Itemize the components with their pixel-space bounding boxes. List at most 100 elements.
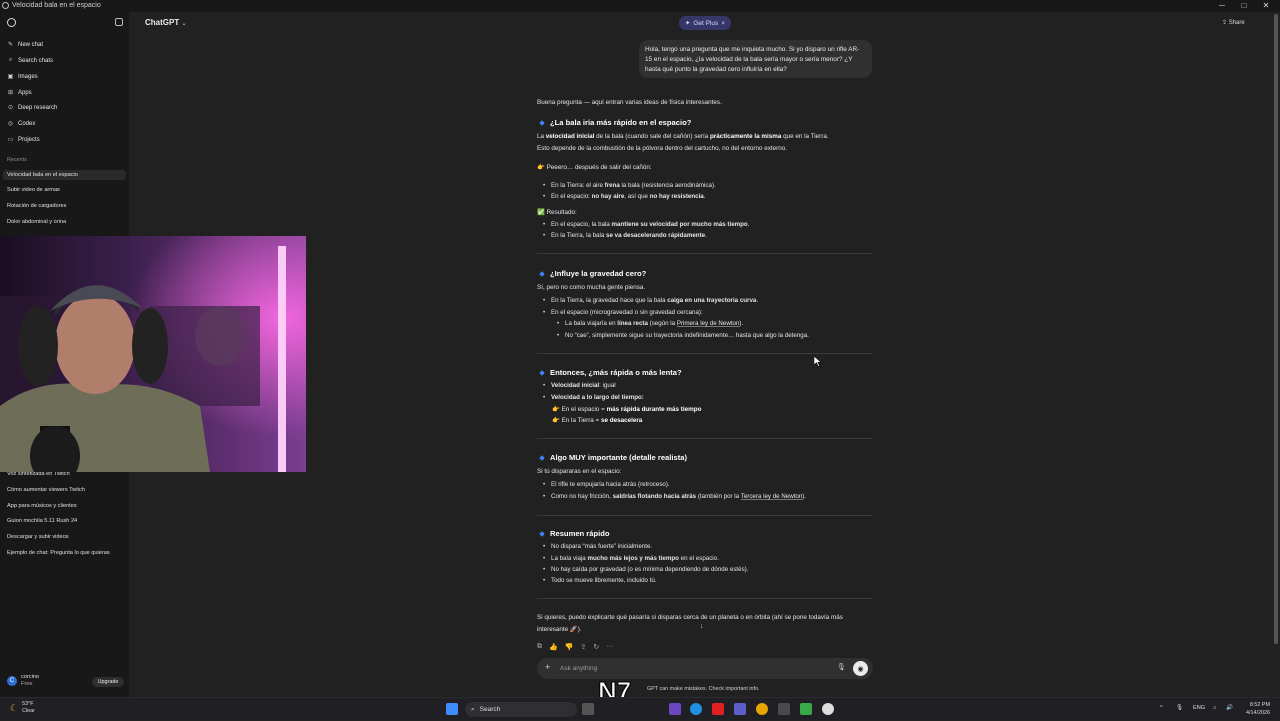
youtube-icon[interactable]: [712, 703, 724, 715]
answer-intro: Buena pregunta — aquí entran varias idea…: [537, 99, 722, 106]
user-name: corcino: [21, 674, 40, 680]
sidebar-item-search-chats[interactable]: ⌕ Search chats: [7, 57, 53, 64]
share-icon[interactable]: ⇪: [580, 643, 586, 651]
apps-grid-icon[interactable]: [734, 703, 746, 715]
edge-icon[interactable]: [690, 703, 702, 715]
newton-link[interactable]: Tercera ley de Newton: [741, 493, 803, 500]
volume-icon[interactable]: 🔊: [1226, 705, 1233, 711]
recent-chat-item[interactable]: Descargar y subir videos: [7, 534, 69, 540]
code-icon: ◎: [7, 121, 14, 127]
window-titlebar: Velocidad bala en el espacio ─ □ ✕: [0, 0, 1280, 12]
maximize-button[interactable]: □: [1237, 1, 1251, 10]
avatar: C: [7, 676, 17, 686]
minimize-button[interactable]: ─: [1215, 1, 1229, 10]
recent-chat-item[interactable]: Subir video de armas: [7, 187, 60, 193]
section-heading: ¿Influye la gravedad cero?: [539, 269, 646, 278]
thumbs-down-icon[interactable]: 👎: [565, 643, 574, 651]
app-icon: [2, 2, 9, 9]
voice-mode-button[interactable]: ◉: [853, 661, 868, 676]
section-heading: Algo MUY importante (detalle realista): [539, 453, 687, 462]
message-actions: ⧉ 👍 👎 ⇪ ↻ ···: [537, 643, 613, 651]
chrome-icon[interactable]: [756, 703, 768, 715]
get-plus-button[interactable]: ✦ Get Plus ×: [679, 16, 731, 30]
sidebar-item-apps[interactable]: ⊞ Apps: [7, 89, 32, 97]
sidebar-item-label: Images: [18, 73, 38, 80]
answer-outro: Si quieres, puedo explicarte qué pasaría…: [537, 614, 843, 621]
sparkle-icon: ✦: [684, 20, 691, 27]
window-title: Velocidad bala en el espacio: [12, 2, 101, 9]
minecraft-icon[interactable]: [800, 703, 812, 715]
app-icon[interactable]: [778, 703, 790, 715]
teams-icon[interactable]: [669, 703, 681, 715]
divider: [537, 438, 873, 439]
taskbar: ☾ 53°F Clear ⌕ Search ^ 🎙 ENG ⌂ 🔊 8:52 PM 4…: [0, 697, 1280, 720]
list-item: Como no hay fricción, saldrías flotando …: [543, 493, 806, 500]
user-plan: Free: [21, 681, 33, 687]
recent-chat-item[interactable]: Dolor abdominal y orina: [7, 219, 66, 225]
regenerate-icon[interactable]: ↻: [593, 643, 599, 651]
close-icon[interactable]: ×: [721, 20, 725, 27]
newton-link[interactable]: Primera ley de Newton: [677, 320, 740, 327]
paragraph: ✅ Resultado:: [537, 209, 577, 216]
list-item: En el espacio, la bala mantiene su veloc…: [543, 221, 749, 228]
recent-chat-item[interactable]: Rotación de cargadores: [7, 203, 66, 209]
sidebar-item-label: Search chats: [18, 57, 54, 64]
mic-icon[interactable]: 🎙: [837, 663, 846, 671]
prompt-input[interactable]: [560, 663, 820, 674]
taskbar-search[interactable]: ⌕ Search: [465, 702, 577, 717]
list-item: La bala viaja mucho más lejos y más tiem…: [543, 555, 719, 562]
list-item: No hay caída por gravedad (o es mínima d…: [543, 566, 748, 573]
diamond-icon: [539, 120, 545, 126]
add-attachment-button[interactable]: +: [545, 662, 550, 672]
sidebar-item-images[interactable]: ▣ Images: [7, 73, 38, 81]
sidebar-item-new-chat[interactable]: ✎ New chat: [7, 41, 43, 49]
divider: [537, 598, 873, 599]
copy-icon[interactable]: ⧉: [537, 643, 542, 651]
list-item: Todo se mueve libremente, incluido tú.: [543, 577, 657, 584]
start-icon[interactable]: [446, 703, 458, 715]
recent-chat-item[interactable]: Ejemplo de chat: Pregunta lo que quieras: [7, 550, 110, 556]
list-item: El rifle te empujaría hacia atrás (retro…: [543, 481, 670, 488]
list-item: En el espacio: no hay aire, así que no h…: [543, 193, 705, 200]
recent-chat-item[interactable]: Cómo aumentar viewers Twitch: [7, 487, 85, 493]
thumbs-up-icon[interactable]: 👍: [549, 643, 558, 651]
more-icon[interactable]: ···: [606, 643, 613, 651]
sidebar-item-deep-research[interactable]: ⊙ Deep research: [7, 104, 57, 112]
sidebar-item-codex[interactable]: ◎ Codex: [7, 120, 35, 128]
scroll-down-icon[interactable]: ↓: [700, 623, 704, 630]
share-button[interactable]: ⇪ Share: [1222, 19, 1245, 26]
list-item: En la Tierra, la bala se va desacelerand…: [543, 232, 707, 239]
brand-label: ChatGPT: [145, 18, 180, 27]
list-item: En la Tierra, la gravedad hace que la ba…: [543, 297, 758, 304]
time: 8:52 PM: [1249, 702, 1270, 708]
recent-chat-item[interactable]: Guion mochila 5.11 Rush 24: [7, 518, 77, 524]
chatgpt-logo-icon[interactable]: [7, 18, 16, 27]
mic-icon[interactable]: 🎙: [1176, 705, 1183, 711]
paragraph: La velocidad inicial de la bala (cuando …: [537, 133, 829, 140]
paragraph: Sí, pero no como mucha gente piensa.: [537, 284, 646, 291]
list-item: 👉 En el espacio = más rápida durante más…: [552, 406, 702, 413]
search-label: Search: [479, 706, 501, 713]
tray-chevron-icon[interactable]: ^: [1160, 705, 1163, 711]
task-view-icon[interactable]: [582, 703, 594, 715]
user-profile[interactable]: C corcino Free: [7, 674, 39, 688]
recent-chat-item[interactable]: App para músicos y clientes: [7, 503, 77, 509]
recent-chat-item[interactable]: Velocidad bala en el espacio: [3, 170, 126, 180]
diamond-icon: [539, 370, 545, 376]
language-indicator[interactable]: ENG: [1193, 705, 1205, 711]
clock[interactable]: 8:52 PM 4/14/2026: [1246, 701, 1270, 717]
close-button[interactable]: ✕: [1259, 1, 1273, 10]
sidebar-toggle-icon[interactable]: [115, 18, 123, 26]
divider: [537, 253, 873, 254]
model-selector[interactable]: ChatGPT ⌄: [145, 18, 187, 27]
disclaimer: GPT can make mistakes. Check important i…: [647, 686, 760, 692]
scrollbar-thumb[interactable]: [1274, 14, 1278, 644]
sidebar-item-projects[interactable]: ▭ Projects: [7, 136, 40, 144]
paragraph: Esto depende de la combustión de la pólv…: [537, 145, 787, 152]
weather-temp: 53°F: [22, 701, 34, 707]
network-icon[interactable]: ⌂: [1213, 705, 1216, 711]
weather-widget[interactable]: ☾ 53°F Clear: [10, 701, 35, 715]
upgrade-button[interactable]: Upgrade: [92, 677, 124, 687]
date: 4/14/2026: [1246, 710, 1270, 716]
chatgpt-taskbar-icon[interactable]: [822, 703, 834, 715]
